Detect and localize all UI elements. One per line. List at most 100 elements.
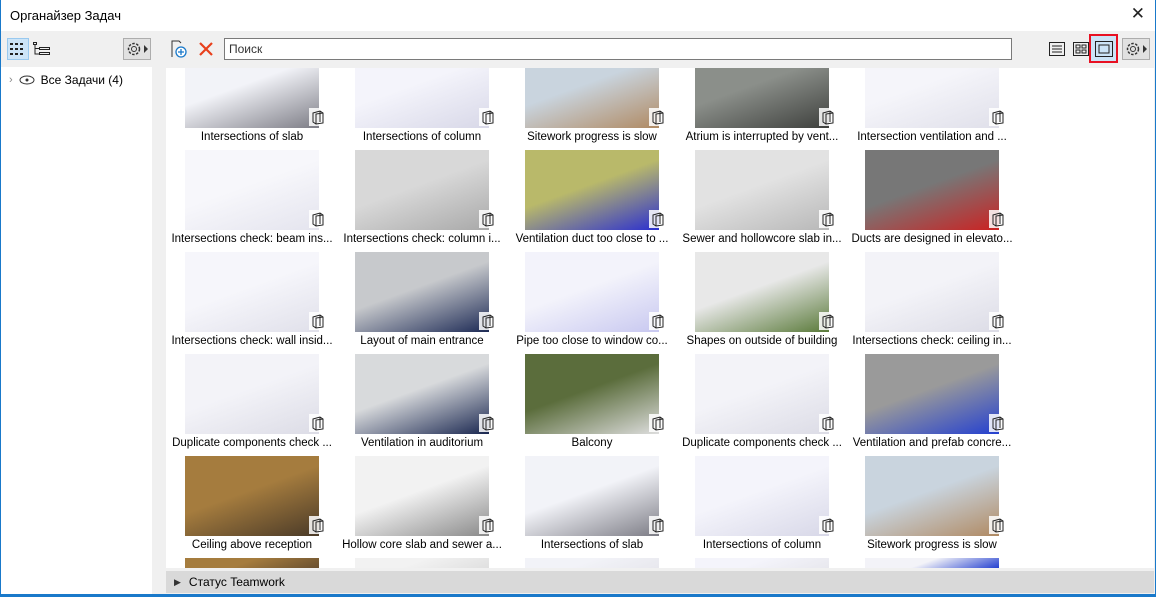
expand-triangle-icon[interactable]: ▶: [174, 577, 181, 588]
task-thumbnail[interactable]: [525, 68, 667, 128]
task-thumbnail[interactable]: [865, 68, 1007, 128]
task-thumbnail[interactable]: [185, 354, 327, 434]
delete-x-icon: [199, 42, 213, 56]
task-card[interactable]: Sewer and hollowcore slab in...: [677, 150, 847, 252]
left-settings-button[interactable]: [123, 38, 151, 60]
task-thumbnail[interactable]: [695, 354, 837, 434]
task-card[interactable]: Duplicate components check ...: [167, 354, 337, 456]
large-thumbnails-button[interactable]: [1089, 34, 1118, 63]
task-thumbnail[interactable]: [695, 68, 837, 128]
task-label: Intersections check: beam ins...: [171, 233, 333, 245]
task-card[interactable]: Intersection ventilation and ...: [847, 68, 1017, 150]
task-label: Duplicate components check ...: [682, 437, 842, 449]
task-thumbnail[interactable]: [185, 558, 319, 568]
hierarchy-view-button[interactable]: [31, 38, 53, 60]
task-thumbnail[interactable]: [525, 150, 667, 230]
task-card[interactable]: [337, 558, 507, 568]
task-label: Ducts are designed in elevato...: [851, 233, 1013, 245]
task-label: Intersection ventilation and ...: [857, 131, 1007, 143]
task-card[interactable]: Ceiling above reception: [167, 456, 337, 558]
task-label: Intersections check: wall insid...: [171, 335, 333, 347]
3d-view-icon: [989, 312, 1007, 330]
large-thumbnail-icon: [1094, 40, 1113, 57]
task-thumbnail[interactable]: [865, 456, 1007, 536]
task-card[interactable]: [167, 558, 337, 568]
task-card[interactable]: Sitework progress is slow: [507, 68, 677, 150]
task-card[interactable]: Balcony: [507, 354, 677, 456]
task-card[interactable]: Intersections of slab: [167, 68, 337, 150]
tree-list-icon: [33, 42, 50, 55]
task-card[interactable]: Intersections check: wall insid...: [167, 252, 337, 354]
task-card[interactable]: [847, 558, 1017, 568]
task-card[interactable]: Ventilation in auditorium: [337, 354, 507, 456]
tree-item-all-tasks[interactable]: › Все Задачи (4): [9, 73, 123, 87]
task-thumbnail[interactable]: [865, 150, 1007, 230]
task-card[interactable]: Intersections check: beam ins...: [167, 150, 337, 252]
task-thumbnail[interactable]: [185, 252, 327, 332]
task-card[interactable]: Intersections of column: [337, 68, 507, 150]
task-card[interactable]: Intersections of slab: [507, 456, 677, 558]
teamwork-status-panel[interactable]: ▶ Статус Teamwork: [166, 571, 1154, 593]
3d-view-icon: [819, 414, 837, 432]
task-thumbnail[interactable]: [525, 456, 667, 536]
task-thumbnail[interactable]: [185, 456, 327, 536]
main-settings-button[interactable]: [1122, 38, 1150, 60]
task-thumbnail[interactable]: [695, 456, 837, 536]
tree-item-label: Все Задачи (4): [40, 73, 123, 87]
3d-view-icon: [309, 312, 327, 330]
task-thumbnail[interactable]: [185, 150, 327, 230]
task-thumbnail[interactable]: [525, 252, 667, 332]
task-thumbnail-grid[interactable]: Intersections of slab Intersections of co…: [166, 68, 1154, 568]
task-label: Intersections of slab: [200, 131, 304, 143]
task-thumbnail[interactable]: [355, 150, 497, 230]
task-thumbnail[interactable]: [355, 252, 497, 332]
task-card[interactable]: Ducts are designed in elevato...: [847, 150, 1017, 252]
task-card[interactable]: Intersections check: ceiling in...: [847, 252, 1017, 354]
3d-view-icon: [309, 108, 327, 126]
list-view-button[interactable]: [1046, 38, 1068, 60]
chevron-right-icon[interactable]: ›: [9, 74, 13, 86]
task-label: Ceiling above reception: [191, 539, 313, 551]
task-card[interactable]: Ventilation and prefab concre...: [847, 354, 1017, 456]
task-card[interactable]: Intersections of column: [677, 456, 847, 558]
search-input[interactable]: Поиск: [224, 38, 1012, 60]
gear-icon: [127, 42, 148, 56]
3d-view-icon: [479, 516, 497, 534]
main-toolbar: Поиск: [163, 31, 1155, 67]
task-thumbnail[interactable]: [355, 558, 489, 568]
task-thumbnail[interactable]: [355, 456, 497, 536]
task-thumbnail[interactable]: [695, 150, 837, 230]
window-title: Органайзер Задач: [10, 8, 121, 23]
task-thumbnail[interactable]: [865, 252, 1007, 332]
task-card[interactable]: Hollow core slab and sewer a...: [337, 456, 507, 558]
eye-icon[interactable]: [19, 75, 35, 85]
task-thumbnail[interactable]: [355, 68, 497, 128]
task-card[interactable]: Pipe too close to window co...: [507, 252, 677, 354]
task-thumbnail[interactable]: [695, 558, 829, 568]
task-card[interactable]: Layout of main entrance: [337, 252, 507, 354]
task-thumbnail[interactable]: [525, 558, 659, 568]
task-card[interactable]: [677, 558, 847, 568]
task-thumbnail[interactable]: [865, 558, 999, 568]
task-thumbnail[interactable]: [185, 68, 327, 128]
task-card[interactable]: Duplicate components check ...: [677, 354, 847, 456]
task-label: Layout of main entrance: [360, 335, 484, 347]
task-thumbnail[interactable]: [355, 354, 497, 434]
task-card[interactable]: Atrium is interrupted by vent...: [677, 68, 847, 150]
task-card[interactable]: Ventilation duct too close to ...: [507, 150, 677, 252]
task-card[interactable]: [507, 558, 677, 568]
task-thumbnail[interactable]: [695, 252, 837, 332]
task-card[interactable]: Intersections check: column i...: [337, 150, 507, 252]
delete-button[interactable]: [195, 38, 217, 60]
task-thumbnail[interactable]: [525, 354, 667, 434]
3d-view-icon: [989, 516, 1007, 534]
gear-icon: [1126, 42, 1147, 56]
new-task-button[interactable]: [168, 38, 190, 60]
task-label: Hollow core slab and sewer a...: [342, 539, 502, 551]
task-card[interactable]: Sitework progress is slow: [847, 456, 1017, 558]
close-button[interactable]: ✕: [1131, 4, 1145, 24]
task-card[interactable]: Shapes on outside of building: [677, 252, 847, 354]
task-thumbnail[interactable]: [865, 354, 1007, 434]
3d-view-icon: [649, 516, 667, 534]
grid-tree-view-button[interactable]: [7, 38, 29, 60]
